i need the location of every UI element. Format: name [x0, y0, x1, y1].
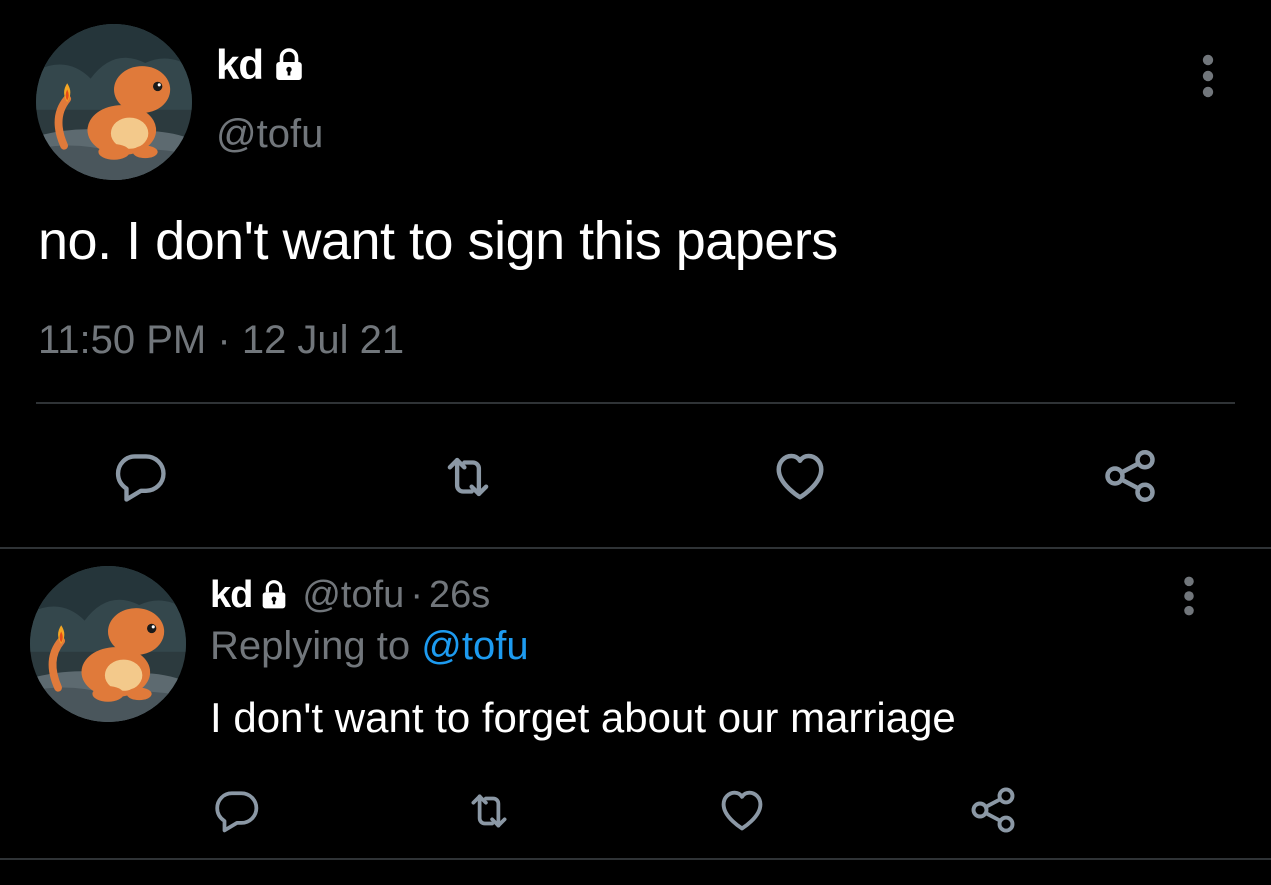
- divider: [0, 547, 1271, 549]
- share-icon[interactable]: [1098, 446, 1162, 506]
- meta-separator: ·: [217, 318, 231, 362]
- lock-icon: [258, 579, 290, 611]
- like-icon[interactable]: [716, 784, 768, 836]
- display-name[interactable]: kd: [210, 574, 253, 617]
- tweet-age[interactable]: 26s: [429, 574, 490, 617]
- avatar[interactable]: [36, 24, 192, 180]
- more-options-icon[interactable]: [1178, 574, 1200, 618]
- meta-separator: ·: [410, 573, 423, 616]
- main-tweet: kd @tofu no. I don't want to sign this p…: [0, 0, 1271, 549]
- lock-icon: [271, 47, 307, 83]
- tweet-date: 12 Jul 21: [241, 318, 405, 362]
- tweet-text: I don't want to forget about our marriag…: [210, 694, 956, 741]
- divider: [36, 402, 1235, 404]
- like-icon[interactable]: [770, 446, 830, 506]
- divider: [0, 858, 1271, 860]
- reply-icon[interactable]: [212, 786, 262, 836]
- replying-to: Replying to @tofu: [210, 624, 529, 669]
- replying-handle-link[interactable]: @tofu: [421, 624, 528, 668]
- reply-icon[interactable]: [112, 448, 170, 506]
- tweet-text: no. I don't want to sign this papers: [38, 211, 838, 271]
- tweet-thread: kd @tofu no. I don't want to sign this p…: [0, 0, 1271, 885]
- retweet-icon[interactable]: [434, 448, 502, 506]
- share-icon[interactable]: [966, 784, 1020, 836]
- more-options-icon[interactable]: [1196, 52, 1220, 100]
- display-name[interactable]: kd: [216, 41, 264, 89]
- reply-header: kd @tofu · 26s: [210, 572, 490, 618]
- user-handle[interactable]: @tofu: [216, 112, 323, 157]
- replying-prefix: Replying to: [210, 624, 411, 668]
- retweet-icon[interactable]: [460, 786, 518, 836]
- avatar[interactable]: [30, 566, 186, 722]
- tweet-timestamp[interactable]: 11:50 PM · 12 Jul 21: [38, 318, 404, 363]
- user-handle[interactable]: @tofu: [302, 574, 404, 617]
- author-row: kd: [216, 40, 307, 90]
- tweet-time: 11:50 PM: [38, 318, 207, 362]
